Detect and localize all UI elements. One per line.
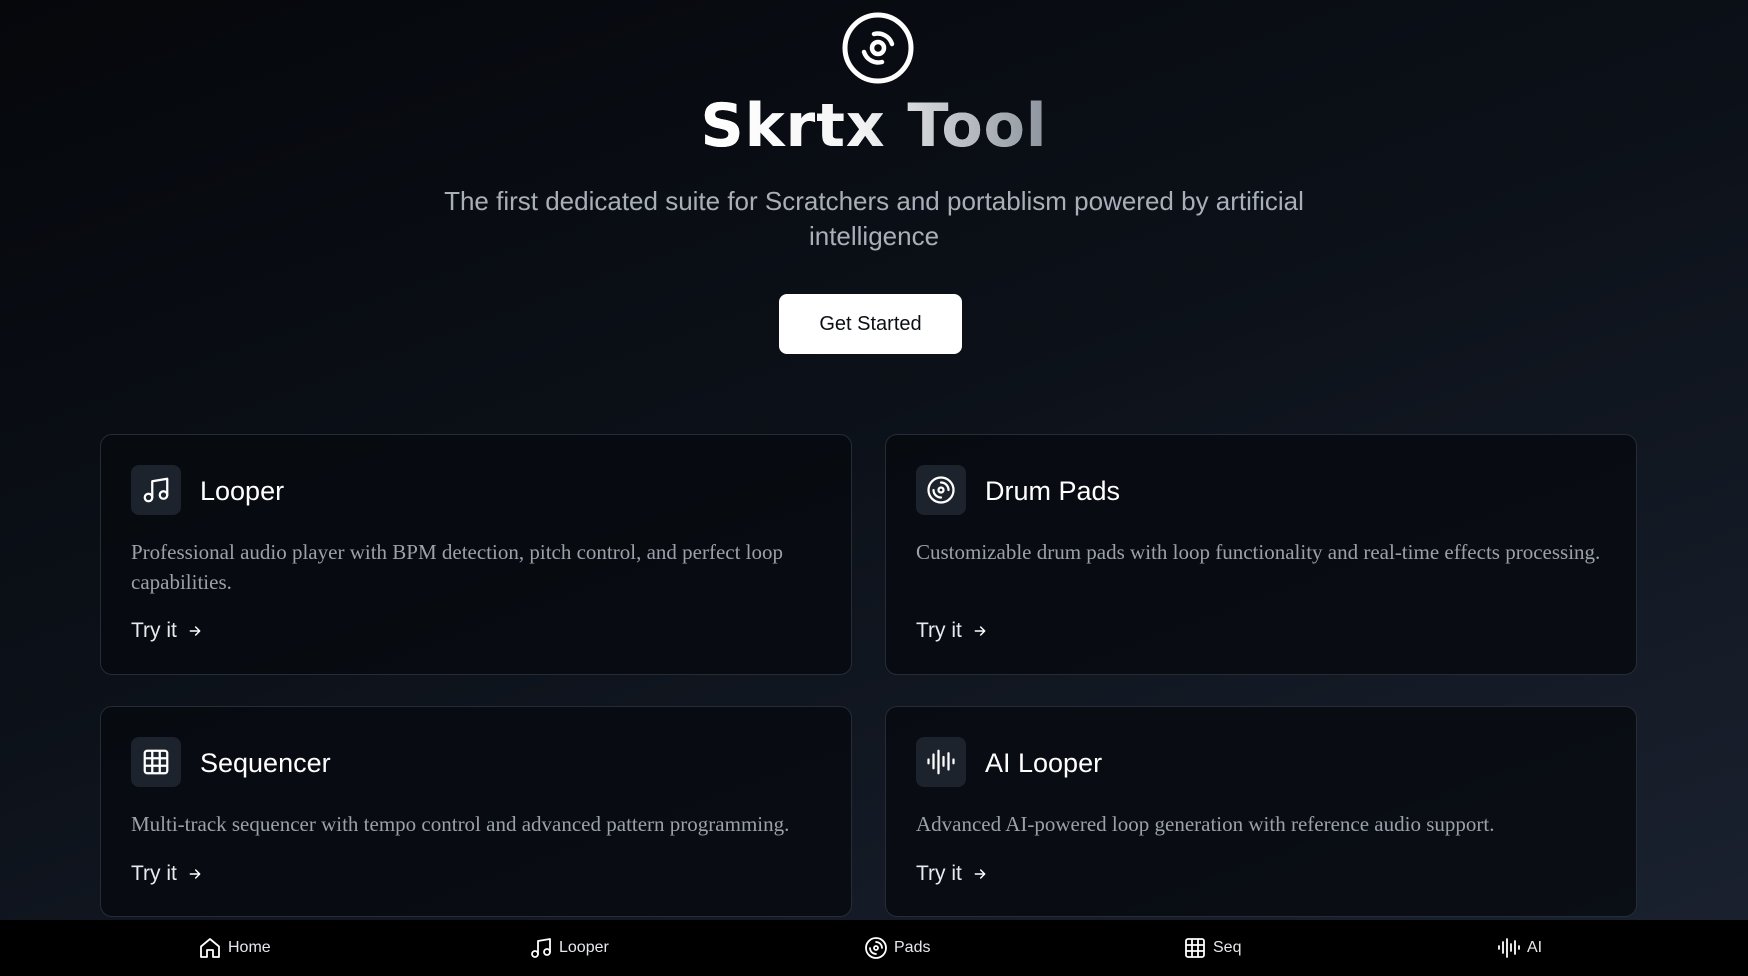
try-it-link-looper[interactable]: Try it — [131, 616, 203, 646]
nav-label: Home — [228, 939, 271, 956]
tagline: The first dedicated suite for Scratchers… — [444, 186, 1304, 251]
nav-item-looper[interactable]: Looper — [529, 920, 609, 976]
feature-card-looper[interactable]: Looper Professional audio player with BP… — [100, 434, 852, 675]
feature-card-sequencer[interactable]: Sequencer Multi-track sequencer with tem… — [100, 706, 852, 917]
get-started-button[interactable]: Get Started — [779, 294, 962, 354]
feature-card-drum-pads[interactable]: Drum Pads Customizable drum pads with lo… — [885, 434, 1637, 675]
try-it-label: Try it — [131, 862, 177, 885]
home-icon — [200, 938, 220, 958]
nav-label: Pads — [894, 939, 931, 956]
bottom-nav: Home Looper Pads Seq AI — [0, 920, 1748, 976]
grid-icon — [143, 749, 169, 775]
card-icon-box — [131, 465, 181, 515]
app-title-text: Skrtx Tool — [700, 91, 1048, 161]
try-it-label: Try it — [916, 862, 962, 885]
music-note-icon — [531, 938, 551, 958]
disc-icon — [842, 12, 914, 84]
card-title: Drum Pads — [985, 476, 1121, 506]
card-icon-box — [916, 465, 966, 515]
nav-label: Seq — [1213, 939, 1242, 956]
card-title: Looper — [200, 476, 285, 506]
nav-item-ai[interactable]: AI — [1497, 920, 1542, 976]
music-note-icon — [143, 477, 169, 503]
nav-item-seq[interactable]: Seq — [1183, 920, 1241, 976]
try-it-link-sequencer[interactable]: Try it — [131, 859, 203, 889]
card-icon-box — [916, 737, 966, 787]
waveform-icon — [927, 749, 955, 775]
feature-card-ai-looper[interactable]: AI Looper Advanced AI-powered loop gener… — [885, 706, 1637, 917]
grid-icon — [1185, 938, 1205, 958]
card-icon-box — [131, 737, 181, 787]
card-title: Sequencer — [200, 748, 331, 778]
try-it-label: Try it — [131, 619, 177, 642]
card-description: Multi-track sequencer with tempo control… — [131, 812, 790, 836]
card-title: AI Looper — [985, 748, 1103, 778]
disc-icon — [927, 476, 955, 504]
arrow-right-icon — [189, 626, 201, 636]
try-it-link-drum-pads[interactable]: Try it — [916, 616, 988, 646]
nav-label: Looper — [559, 939, 609, 956]
card-description: Customizable drum pads with loop functio… — [916, 540, 1601, 564]
arrow-right-icon — [189, 869, 201, 879]
try-it-label: Try it — [916, 619, 962, 642]
card-description: Professional audio player with BPM detec… — [131, 540, 784, 594]
card-description: Advanced AI-powered loop generation with… — [916, 812, 1495, 836]
nav-item-pads[interactable]: Pads — [864, 920, 930, 976]
nav-item-home[interactable]: Home — [198, 920, 271, 976]
arrow-right-icon — [974, 626, 986, 636]
nav-label: AI — [1527, 939, 1543, 956]
arrow-right-icon — [974, 869, 986, 879]
app-title: Skrtx Tool — [0, 90, 1748, 162]
try-it-link-ai-looper[interactable]: Try it — [916, 859, 988, 889]
waveform-icon — [1498, 938, 1520, 958]
disc-icon — [865, 937, 887, 959]
